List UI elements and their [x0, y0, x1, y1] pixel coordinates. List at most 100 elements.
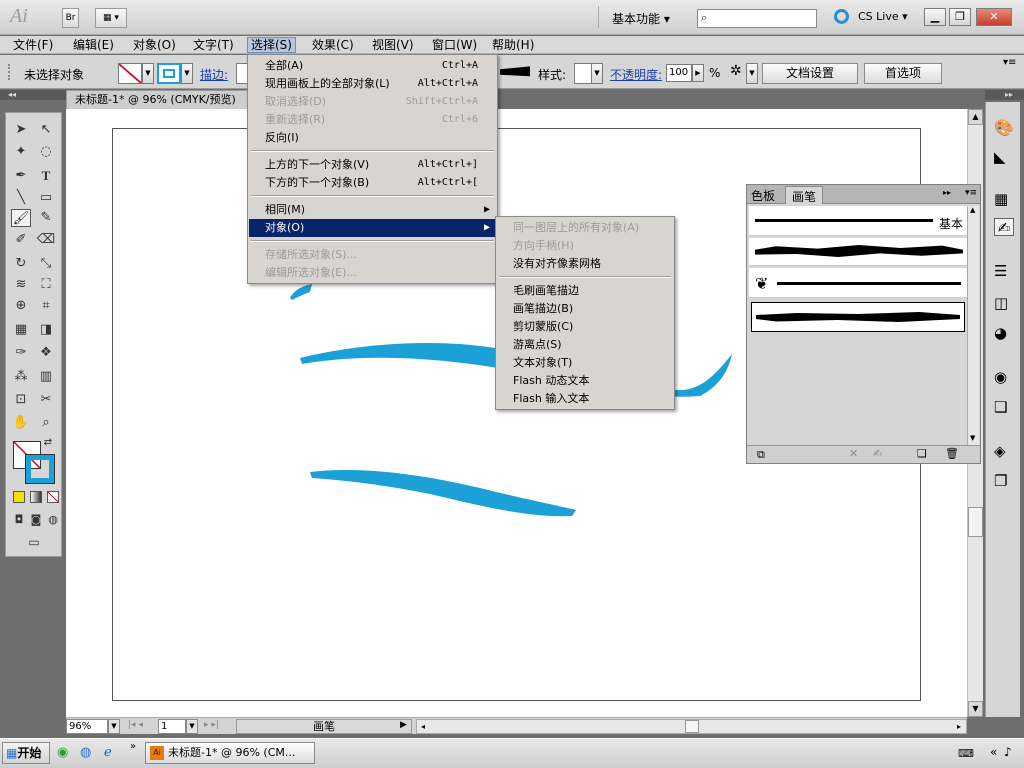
paintbrush-tool-icon[interactable]: 🖌 — [11, 209, 31, 227]
menu-help[interactable]: 帮助(H) — [489, 37, 537, 53]
brush-list-scroll-down[interactable]: ▼ — [968, 434, 975, 442]
quicklaunch-app-icon[interactable]: ◍ — [80, 745, 91, 760]
tab-brushes[interactable]: 画笔 — [785, 186, 824, 204]
artboard-number-field[interactable]: 1 — [158, 719, 186, 734]
free-transform-tool-icon[interactable]: ⛶ — [36, 276, 56, 294]
panel-menu-icon[interactable]: ▾≡ — [965, 188, 977, 198]
tab-swatches[interactable]: 色板 — [751, 187, 775, 204]
current-tool-status[interactable]: 画笔 — [236, 719, 412, 734]
style-swatch[interactable] — [574, 63, 592, 84]
dock-collapse-bar[interactable]: ▸▸ — [985, 90, 1024, 100]
type-tool-icon[interactable]: T — [36, 167, 56, 185]
direct-selection-tool-icon[interactable]: ↖ — [36, 121, 56, 139]
gradient-mode-icon[interactable] — [30, 491, 42, 503]
rectangle-tool-icon[interactable]: ▭ — [36, 189, 56, 207]
minimize-button[interactable]: ▁ — [924, 8, 946, 26]
remove-brush-stroke-icon[interactable]: ✕ — [849, 447, 858, 460]
stroke-label[interactable]: 描边: — [200, 66, 228, 83]
brushes-panel-icon[interactable]: ✍ — [994, 218, 1014, 237]
tools-collapse-bar[interactable]: ◂◂ — [0, 90, 66, 100]
submenu-item-flash-dynamic-text[interactable]: Flash 动态文本 — [497, 372, 673, 390]
submenu-item-flash-input-text[interactable]: Flash 输入文本 — [497, 390, 673, 408]
menu-file[interactable]: 文件(F) — [10, 37, 56, 53]
control-panel-menu-icon[interactable]: ▾≡ — [1003, 57, 1016, 68]
chrome-quicklaunch-icon[interactable]: ◉ — [57, 745, 68, 760]
panel-collapse-icon[interactable]: ▸▸ — [943, 188, 951, 197]
brush-row-basic[interactable]: 基本 — [749, 206, 967, 236]
menu-type[interactable]: 文字(T) — [190, 37, 237, 53]
submenu-item-bristle-brush-strokes[interactable]: 毛刷画笔描边 — [497, 282, 673, 300]
warp-tool-icon[interactable]: ≋ — [11, 276, 31, 294]
artboard-dropdown[interactable]: ▼ — [186, 719, 198, 734]
brush-row-charcoal[interactable] — [749, 238, 967, 266]
scroll-left-button[interactable]: ◂ — [417, 720, 429, 733]
opacity-dropdown[interactable]: ▶ — [692, 64, 704, 82]
column-graph-tool-icon[interactable]: ▥ — [36, 368, 56, 386]
layers-panel-icon[interactable]: ◈ — [994, 442, 1014, 460]
submenu-item-clipping-masks[interactable]: 剪切蒙版(C) — [497, 318, 673, 336]
quicklaunch-more-icon[interactable]: » — [130, 741, 136, 752]
submenu-item-not-pixel-aligned[interactable]: 没有对齐像素网格 — [497, 255, 673, 273]
status-menu-arrow-icon[interactable]: ▶ — [400, 720, 407, 730]
stroke-dropdown[interactable]: ▼ — [181, 63, 193, 84]
vertical-scroll-thumb[interactable] — [968, 507, 983, 537]
close-button[interactable]: ✕ — [976, 8, 1012, 26]
search-input[interactable]: ⌕ — [697, 9, 817, 28]
brush-list-scroll-up[interactable]: ▲ — [968, 206, 975, 214]
workspace-switcher[interactable]: 基本功能 ▾ — [612, 10, 670, 27]
menu-item-inverse[interactable]: 反向(I) — [249, 129, 496, 147]
artboards-panel-icon[interactable]: ❐ — [994, 472, 1014, 490]
recolor-icon[interactable]: ✲ — [730, 63, 742, 79]
gradient-panel-icon[interactable]: ◫ — [994, 294, 1014, 312]
menu-edit[interactable]: 编辑(E) — [70, 37, 117, 53]
preferences-button[interactable]: 首选项 — [864, 63, 942, 84]
eraser-tool-icon[interactable]: ⌫ — [36, 231, 56, 249]
brush-libraries-icon[interactable]: ⧉ — [757, 448, 765, 462]
first-artboard-icon[interactable]: |◂ ◂ — [128, 720, 143, 730]
selection-tool-icon[interactable]: ➤ — [11, 121, 31, 139]
recolor-dropdown[interactable]: ▼ — [746, 63, 758, 84]
horizontal-scrollbar[interactable]: ◂ ▸ — [416, 719, 967, 734]
submenu-item-text-objects[interactable]: 文本对象(T) — [497, 354, 673, 372]
ie-quicklaunch-icon[interactable]: ℯ — [104, 745, 112, 760]
bridge-button[interactable]: Br — [62, 8, 79, 28]
stroke-color-box[interactable] — [25, 454, 55, 484]
eyedropper-tool-icon[interactable]: ✑ — [11, 344, 31, 362]
mesh-tool-icon[interactable]: ▦ — [11, 321, 31, 339]
submenu-item-brush-strokes[interactable]: 画笔描边(B) — [497, 300, 673, 318]
transparency-panel-icon[interactable]: ◕ — [994, 324, 1014, 342]
fill-swatch[interactable] — [118, 63, 142, 84]
slice-tool-icon[interactable]: ✂ — [36, 391, 56, 409]
horizontal-scroll-thumb[interactable] — [685, 720, 699, 733]
zoom-dropdown[interactable]: ▼ — [108, 719, 120, 734]
menu-item-next-object-above[interactable]: 上方的下一个对象(V) Alt+Ctrl+] — [249, 156, 496, 174]
scroll-up-button[interactable]: ▲ — [968, 109, 983, 125]
document-setup-button[interactable]: 文档设置 — [762, 63, 858, 84]
appearance-panel-icon[interactable]: ◉ — [994, 368, 1014, 386]
magic-wand-tool-icon[interactable]: ✦ — [11, 143, 31, 161]
screen-mode-icon[interactable]: ▭ — [24, 533, 44, 551]
menu-item-next-object-below[interactable]: 下方的下一个对象(B) Alt+Ctrl+[ — [249, 174, 496, 192]
fill-dropdown[interactable]: ▼ — [142, 63, 154, 84]
cslive-menu[interactable]: CS Live ▾ — [858, 10, 908, 23]
restore-button[interactable]: ❐ — [949, 8, 971, 26]
menu-select[interactable]: 选择(S) — [247, 37, 296, 53]
perspective-grid-tool-icon[interactable]: ⌗ — [36, 297, 56, 315]
opacity-input[interactable]: 100 — [666, 64, 692, 82]
menu-object[interactable]: 对象(O) — [130, 37, 179, 53]
none-mode-icon[interactable] — [47, 491, 59, 503]
new-brush-icon[interactable]: ❏ — [917, 447, 927, 460]
delete-brush-icon[interactable]: 🗑 — [945, 447, 959, 460]
brush-row-selected[interactable] — [751, 302, 965, 332]
stroke-swatch[interactable] — [157, 63, 181, 84]
zoom-tool-icon[interactable]: ⌕ — [36, 414, 56, 432]
scroll-down-button[interactable]: ▼ — [968, 701, 983, 717]
menu-view[interactable]: 视图(V) — [369, 37, 417, 53]
stroke-panel-icon[interactable]: ☰ — [994, 262, 1014, 280]
zoom-field[interactable]: 96% — [66, 719, 108, 734]
menu-item-object[interactable]: 对象(O) ▶ — [249, 219, 496, 237]
opacity-label[interactable]: 不透明度: — [610, 66, 662, 83]
submenu-item-stray-points[interactable]: 游离点(S) — [497, 336, 673, 354]
tray-keyboard-icon[interactable]: ⌨ — [958, 747, 974, 760]
rotate-tool-icon[interactable]: ↻ — [11, 255, 31, 273]
